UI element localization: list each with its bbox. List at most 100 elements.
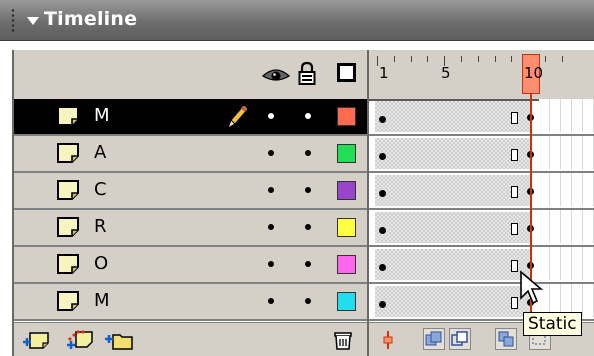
outline-color-swatch[interactable] [337, 218, 356, 237]
outline-color-swatch[interactable] [337, 107, 356, 126]
show-hide-toggle[interactable] [268, 187, 274, 193]
layer-list-header [14, 50, 367, 101]
outline-color-swatch[interactable] [337, 144, 356, 163]
timeline-frames: 1 5 10 [367, 50, 594, 356]
layer-row[interactable]: C [14, 173, 367, 210]
pencil-icon [224, 102, 250, 130]
ruler-tick [477, 56, 479, 62]
keyframe-marker[interactable] [379, 116, 386, 123]
layer-icon [56, 179, 80, 201]
layer-icon [56, 105, 80, 127]
show-hide-toggle[interactable] [268, 224, 274, 230]
insert-layer-icon[interactable] [22, 329, 52, 351]
show-hide-toggle[interactable] [268, 150, 274, 156]
add-motion-guide-icon[interactable] [66, 329, 96, 351]
frame-row[interactable] [369, 173, 594, 210]
timeline-panel: Timeline MACROM 1 5 10 Static [0, 0, 594, 356]
empty-frames[interactable] [539, 173, 594, 206]
lock-toggle[interactable] [305, 113, 311, 119]
show-hide-toggle[interactable] [268, 298, 274, 304]
outline-icon[interactable] [337, 63, 356, 82]
ruler-label-1: 1 [379, 64, 389, 82]
frame-ruler[interactable]: 1 5 10 [369, 50, 594, 101]
insert-folder-icon[interactable] [104, 329, 134, 351]
panel-grip-icon[interactable] [10, 8, 16, 32]
frame-span[interactable] [375, 286, 531, 317]
layer-row[interactable]: A [14, 136, 367, 173]
ruler-tick [561, 56, 563, 62]
eye-icon[interactable] [262, 66, 290, 84]
trash-icon[interactable] [332, 329, 354, 351]
outline-color-swatch[interactable] [337, 181, 356, 200]
ruler-label-5: 5 [441, 64, 451, 82]
lock-toggle[interactable] [305, 298, 311, 304]
show-hide-toggle[interactable] [268, 261, 274, 267]
keyframe-marker[interactable] [379, 301, 386, 308]
empty-frames[interactable] [539, 136, 594, 169]
layer-name[interactable]: C [94, 179, 107, 200]
layer-row[interactable]: O [14, 247, 367, 284]
frame-span[interactable] [375, 175, 531, 206]
panel-titlebar[interactable]: Timeline [0, 0, 594, 41]
span-end-marker[interactable] [511, 112, 518, 124]
frame-row[interactable] [369, 99, 594, 136]
layer-row[interactable]: M [14, 284, 367, 321]
center-frame-icon[interactable] [381, 329, 395, 351]
layer-icon [56, 142, 80, 164]
lock-toggle[interactable] [305, 150, 311, 156]
playhead-label: 10 [524, 64, 544, 82]
lock-toggle[interactable] [305, 187, 311, 193]
outline-color-swatch[interactable] [337, 292, 356, 311]
frame-row[interactable] [369, 210, 594, 247]
onion-skin-icon[interactable] [423, 328, 445, 350]
lock-icon[interactable] [298, 61, 316, 85]
onion-skin-outlines-icon[interactable] [449, 328, 471, 350]
layer-name[interactable]: M [94, 290, 110, 311]
frame-row[interactable] [369, 136, 594, 173]
frame-span[interactable] [375, 138, 531, 169]
layer-name[interactable]: M [94, 105, 110, 126]
ruler-tick [427, 56, 429, 62]
span-end-marker[interactable] [511, 186, 518, 198]
show-hide-toggle[interactable] [268, 113, 274, 119]
layer-icon [56, 216, 80, 238]
ruler-tick [461, 56, 462, 62]
frame-row[interactable] [369, 247, 594, 284]
keyframe-marker[interactable] [379, 190, 386, 197]
playhead[interactable]: 10 [522, 54, 544, 94]
ruler-tick [511, 56, 513, 62]
frame-span[interactable] [375, 101, 531, 132]
layer-name[interactable]: A [94, 142, 106, 163]
keyframe-marker[interactable] [379, 264, 386, 271]
empty-frames[interactable] [539, 99, 594, 132]
layer-row[interactable]: M [14, 99, 367, 136]
mouse-pointer-icon [520, 270, 544, 305]
ruler-tick [494, 56, 496, 62]
edit-multiple-frames-icon[interactable] [495, 328, 517, 350]
span-end-marker[interactable] [511, 260, 518, 272]
empty-frames[interactable] [539, 247, 594, 280]
tooltip: Static [523, 312, 582, 336]
frame-span[interactable] [375, 249, 531, 280]
ruler-tick [545, 56, 546, 62]
layer-icon [56, 253, 80, 275]
layer-row[interactable]: R [14, 210, 367, 247]
keyframe-marker[interactable] [379, 227, 386, 234]
keyframe-marker[interactable] [379, 153, 386, 160]
span-end-marker[interactable] [511, 149, 518, 161]
outline-color-swatch[interactable] [337, 255, 356, 274]
empty-frames[interactable] [539, 210, 594, 243]
layer-list: MACROM [12, 50, 369, 356]
layer-name[interactable]: R [94, 216, 107, 237]
panel-title: Timeline [44, 8, 138, 30]
lock-toggle[interactable] [305, 261, 311, 267]
collapse-triangle-icon[interactable] [27, 17, 39, 25]
span-end-marker[interactable] [511, 223, 518, 235]
layer-icon [56, 290, 80, 312]
span-end-marker[interactable] [511, 297, 518, 309]
layer-name[interactable]: O [94, 253, 108, 274]
ruler-tick [377, 56, 378, 66]
ruler-tick [410, 56, 412, 62]
frame-span[interactable] [375, 212, 531, 243]
lock-toggle[interactable] [305, 224, 311, 230]
